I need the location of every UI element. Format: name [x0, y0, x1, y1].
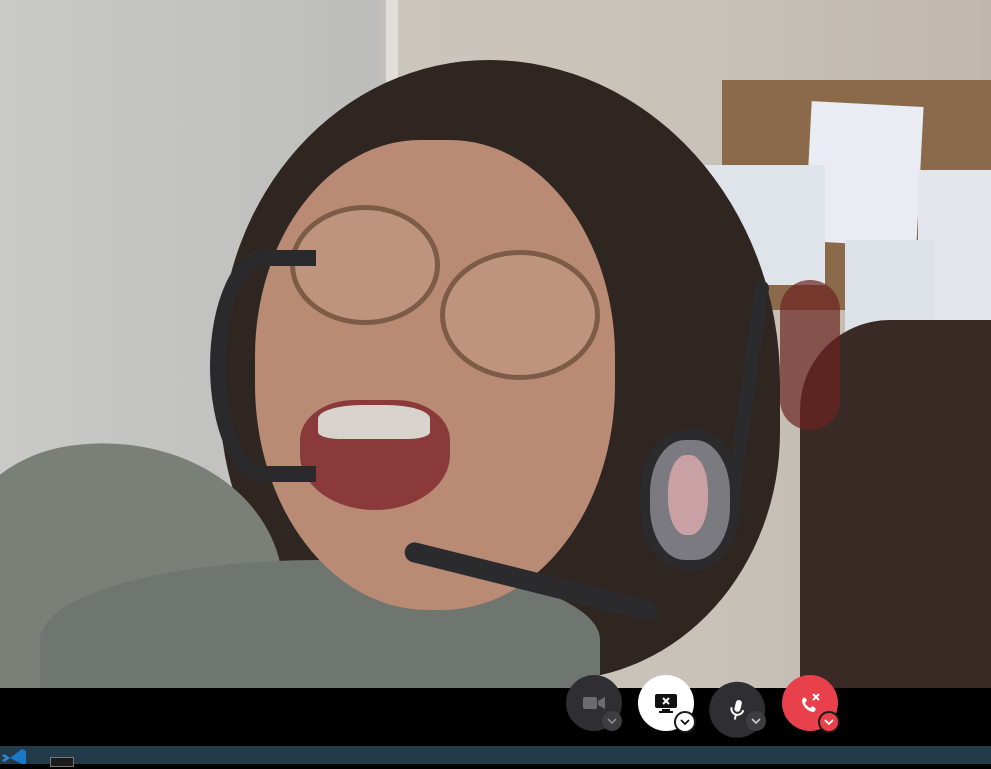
remote-video-feed — [0, 0, 991, 688]
camera-options-chevron[interactable] — [602, 711, 622, 731]
chevron-down-icon — [607, 718, 617, 724]
video-camera-icon — [583, 697, 605, 709]
headset-earcup-pad — [668, 455, 708, 535]
chevron-down-icon — [680, 719, 690, 725]
vscode-icon[interactable] — [2, 749, 26, 764]
chevron-down-icon — [751, 718, 761, 724]
os-taskbar — [0, 746, 991, 764]
participant-teeth — [318, 405, 430, 439]
background-object — [780, 280, 840, 430]
call-control-bar — [0, 688, 991, 746]
hang-up-options-chevron[interactable] — [818, 711, 840, 733]
glasses-lens — [440, 250, 600, 380]
headset-band — [210, 250, 316, 482]
microphone-options-chevron[interactable] — [746, 711, 766, 731]
microphone-icon — [730, 699, 745, 720]
chevron-down-icon — [824, 719, 834, 725]
terminal-icon[interactable] — [50, 757, 74, 767]
share-options-chevron[interactable] — [674, 711, 696, 733]
screen-share-off-icon — [655, 694, 677, 713]
phone-hangup-icon — [802, 693, 820, 712]
